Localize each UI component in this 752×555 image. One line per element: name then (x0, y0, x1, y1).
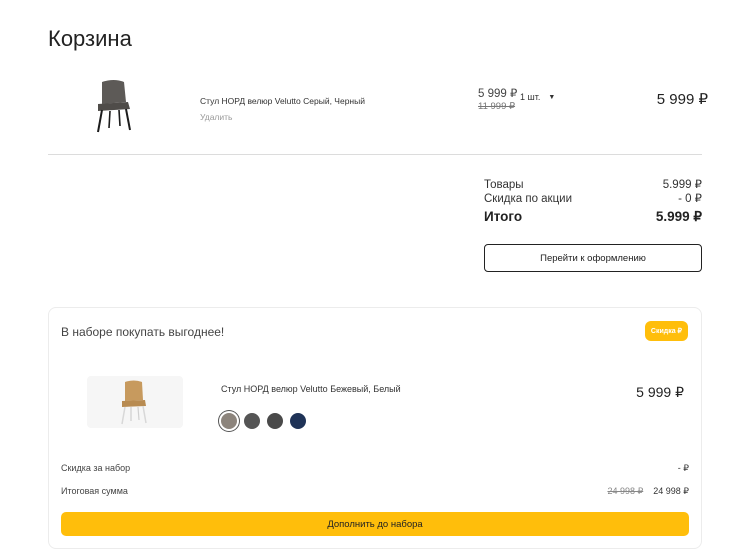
caret-down-icon: ▼ (548, 93, 556, 101)
color-swatches (221, 413, 306, 429)
bundle-title: В наборе покупать выгоднее! (61, 325, 225, 339)
bundle-discount-value: - ₽ (677, 463, 689, 473)
bundle-discount-row: Скидка за набор - ₽ (61, 463, 689, 474)
item-name[interactable]: Стул НОРД велюр Velutto Серый, Черный (200, 96, 365, 106)
bundle-panel: В наборе покупать выгоднее! Скидка ₽ Сту… (48, 307, 702, 549)
summary-goods-row: Товары 5.999 ₽ (484, 178, 702, 192)
swatch-dark-gray[interactable] (267, 413, 283, 429)
order-summary: Товары 5.999 ₽ Скидка по акции - 0 ₽ Ито… (484, 178, 702, 227)
discount-value: - 0 ₽ (678, 193, 702, 205)
bundle-sum-label: Итоговая сумма (61, 486, 128, 496)
bundle-product-name[interactable]: Стул НОРД велюр Velutto Бежевый, Белый (221, 384, 401, 394)
checkout-button[interactable]: Перейти к оформлению (484, 244, 702, 272)
fill-bundle-button[interactable]: Дополнить до набора (61, 512, 689, 536)
bundle-sum-old: 24 998 ₽ (607, 486, 644, 496)
discount-badge: Скидка ₽ (644, 321, 688, 341)
item-old-price: 11 999 ₽ (478, 101, 516, 112)
item-price: 5 999 ₽ (478, 88, 518, 100)
goods-label: Товары (484, 179, 524, 191)
summary-total-row: Итого 5.999 ₽ (484, 207, 702, 227)
bundle-sum-values: 24 998 ₽ 24 998 ₽ (607, 486, 689, 497)
goods-value: 5.999 ₽ (662, 179, 702, 191)
page-title: Корзина (48, 26, 132, 51)
swatch-gray[interactable] (244, 413, 260, 429)
bundle-discount-label: Скидка за набор (61, 463, 131, 473)
swatch-navy[interactable] (290, 413, 306, 429)
cart-item: Стул НОРД велюр Velutto Серый, Черный Уд… (48, 70, 708, 140)
divider (48, 154, 702, 155)
bundle-product-price: 5 999 ₽ (636, 384, 684, 400)
total-value: 5.999 ₽ (655, 209, 702, 224)
total-label: Итого (484, 209, 523, 224)
bundle-sum-row: Итоговая сумма 24 998 ₽ 24 998 ₽ (61, 486, 689, 497)
discount-label: Скидка по акции (484, 193, 573, 205)
beige-chair-image[interactable] (87, 376, 183, 428)
quantity-value: 1 шт. (520, 92, 541, 102)
item-total: 5 999 ₽ (656, 91, 708, 108)
swatch-taupe[interactable] (221, 413, 237, 429)
quantity-select[interactable]: 1 шт. ▼ (520, 92, 555, 102)
gray-chair-image[interactable] (88, 76, 140, 134)
bundle-sum-new: 24 998 ₽ (653, 486, 689, 496)
summary-discount-row: Скидка по акции - 0 ₽ (484, 192, 702, 206)
remove-link[interactable]: Удалить (200, 112, 232, 122)
